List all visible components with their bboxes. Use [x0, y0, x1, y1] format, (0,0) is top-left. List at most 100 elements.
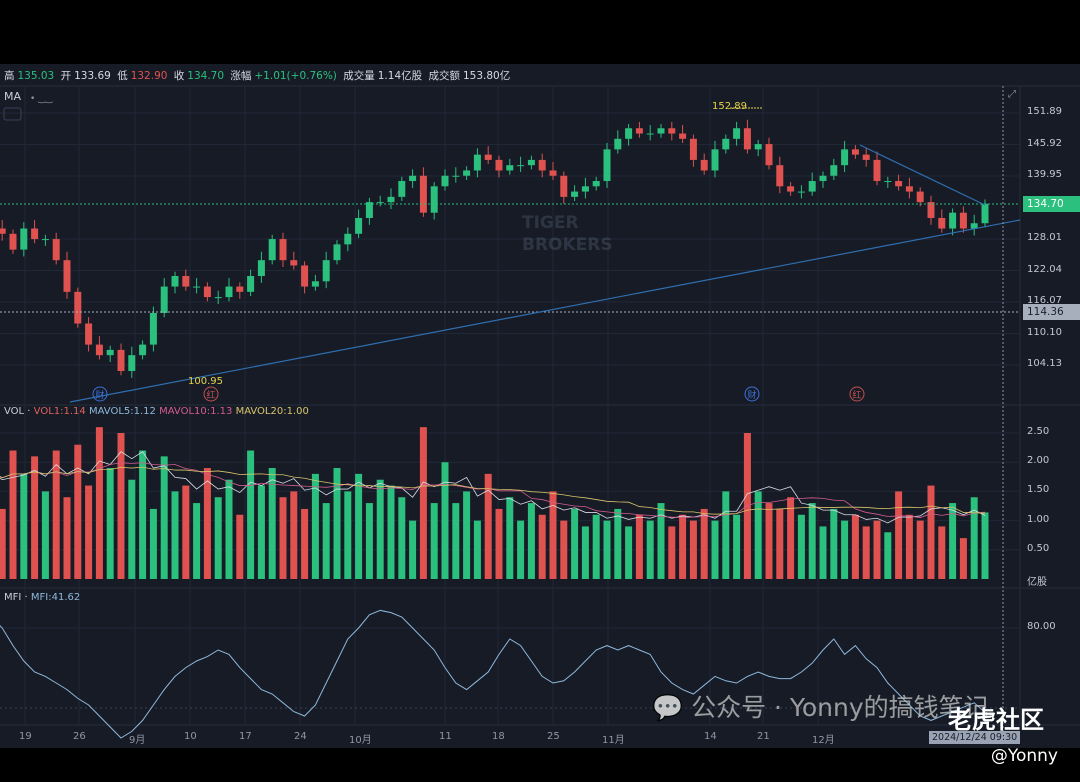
candle-body — [376, 202, 384, 204]
volume-bar — [873, 520, 881, 579]
x-tick-label: 10 — [184, 731, 197, 742]
price-tick-label: 151.89 — [1027, 106, 1062, 117]
volume-bar — [376, 479, 384, 579]
x-tick-label: 24 — [294, 731, 307, 742]
volume-bar — [581, 526, 589, 579]
vol-tick-label: 2.50 — [1027, 426, 1050, 437]
candle-body — [679, 133, 687, 139]
candle-body — [9, 233, 17, 250]
candle-body — [549, 170, 557, 176]
candle-body — [851, 149, 859, 155]
volume-bar — [225, 479, 233, 579]
volume-bar — [711, 520, 719, 579]
volume-bar — [409, 520, 417, 579]
candle-body — [571, 191, 579, 197]
candle-body — [160, 286, 168, 313]
marker-earnings: 财 — [95, 389, 104, 401]
candle-body — [603, 149, 611, 182]
x-tick-label: 12月 — [812, 735, 835, 746]
volume-bar — [484, 473, 492, 579]
candle-body — [700, 159, 708, 171]
ma-indicator-label[interactable]: MA — [4, 90, 21, 103]
candle-body — [668, 128, 676, 134]
candle-body — [441, 175, 449, 187]
volume-bar — [355, 473, 363, 579]
volume-bar — [41, 491, 49, 579]
candle-body — [884, 181, 892, 183]
wechat-icon: 💬 — [652, 693, 684, 722]
volume-bar — [441, 462, 449, 579]
volume-bar — [247, 450, 255, 579]
candle-body — [463, 170, 471, 176]
volume-bar — [301, 508, 309, 579]
author-handle: @Yonny — [990, 746, 1058, 766]
volume-bar — [970, 497, 978, 579]
x-tick-label: 17 — [239, 731, 252, 742]
candle-body — [776, 165, 784, 187]
price-tick-label: 122.04 — [1027, 263, 1062, 275]
chart-canvas[interactable]: 财 红 财 红 • ‿‿ — [0, 0, 1080, 782]
mfi-label[interactable]: MFI — [4, 592, 21, 603]
ma-settings-box — [3, 107, 22, 121]
volume-bar — [463, 491, 471, 579]
volume-bar — [495, 508, 503, 579]
candle-body — [841, 149, 849, 166]
candle-body — [905, 186, 913, 192]
volume-bar — [128, 479, 136, 579]
candle-body — [311, 281, 319, 287]
volume-bar — [927, 485, 935, 579]
candle-body — [754, 144, 762, 150]
volume-bar — [193, 503, 201, 579]
volume-bar — [538, 514, 546, 579]
candle-body — [625, 128, 633, 139]
volume-bar — [85, 485, 93, 579]
volume-bar — [52, 450, 60, 579]
candle-body — [0, 228, 6, 234]
candle-body — [236, 286, 244, 292]
candle-body — [63, 260, 71, 292]
volume-bar — [365, 503, 373, 579]
candle-body — [830, 165, 838, 176]
volume-bar — [603, 520, 611, 579]
candle-body — [290, 260, 298, 266]
price-tick-label: 128.01 — [1027, 232, 1062, 243]
expand-icon[interactable]: ⤢ — [1008, 89, 1016, 100]
volume-bar — [430, 503, 438, 579]
candle-body — [355, 217, 363, 234]
candle-body — [430, 186, 438, 213]
volume-bar — [981, 512, 989, 579]
volume-bar — [765, 503, 773, 579]
ma-eye-icon: • ‿‿ — [30, 94, 53, 104]
candle-body — [409, 175, 417, 182]
candle-body — [959, 212, 967, 229]
volume-bar — [0, 508, 6, 579]
candle-body — [581, 186, 589, 192]
volume-bar — [733, 514, 741, 579]
candle-body — [128, 355, 136, 371]
candle-body — [398, 181, 406, 197]
mfi-value: MFI:41.62 — [30, 592, 81, 603]
x-tick-label: 18 — [492, 731, 505, 742]
mavol20-value: MAVOL20:1.00 — [235, 406, 309, 417]
candle-body — [20, 228, 28, 250]
volume-bar — [182, 485, 190, 579]
candle-body — [895, 181, 903, 187]
volume-bar — [776, 508, 784, 579]
wechat-watermark: 💬 公众号 · Yonny的搞钱笔记 — [652, 688, 989, 724]
volume-bar — [506, 497, 514, 579]
candle-body — [819, 175, 827, 182]
volume-bar — [754, 491, 762, 579]
tiger-brokers-watermark: TIGER BROKERS — [522, 213, 613, 255]
volume-bar — [592, 514, 600, 579]
candle-body — [279, 239, 287, 261]
low-annotation: 100.95 — [188, 376, 223, 387]
candle-body — [689, 138, 697, 160]
candle-body — [247, 276, 255, 292]
x-tick-label: 10月 — [349, 735, 372, 746]
vol-label[interactable]: VOL — [4, 406, 24, 417]
candle-body — [711, 149, 719, 171]
volume-bar — [646, 520, 654, 579]
mfi-tick-label: 80.00 — [1027, 621, 1056, 632]
candle-body — [41, 239, 49, 241]
candle-body — [506, 165, 514, 171]
